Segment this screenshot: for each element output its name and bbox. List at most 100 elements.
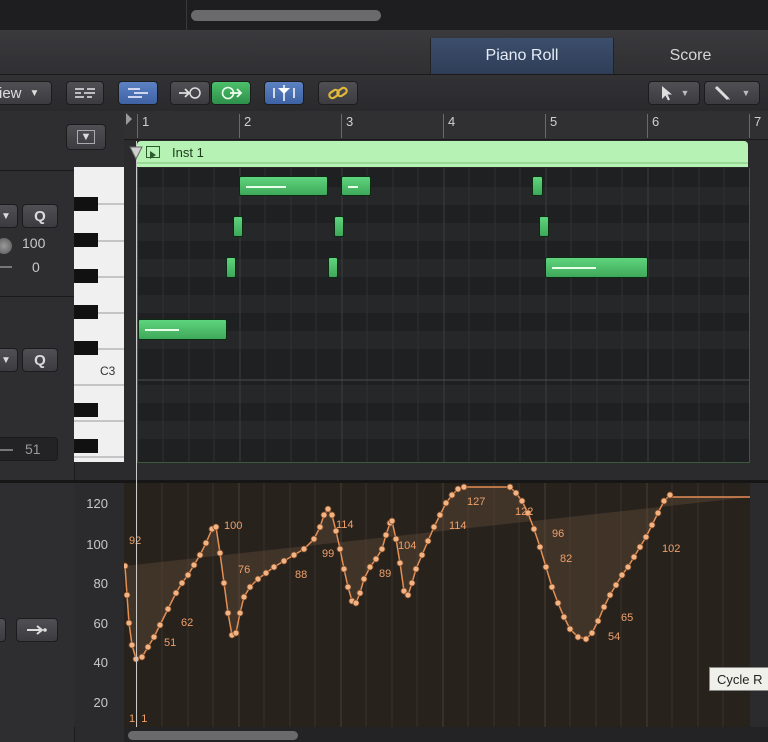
bar-number: 5 <box>550 114 558 129</box>
automation-value-label: 127 <box>467 496 486 508</box>
value-slider <box>0 449 13 451</box>
midi-note[interactable] <box>239 176 328 196</box>
cycle-tooltip: Cycle R <box>709 667 768 691</box>
automation-value-label: 65 <box>621 612 634 624</box>
y-axis-label: 40 <box>93 655 108 670</box>
region-name: Inst 1 <box>172 145 204 160</box>
pencil-tool-menu[interactable]: ▼ <box>704 81 760 105</box>
automation-value-label: 102 <box>662 543 681 555</box>
divider <box>186 0 187 30</box>
quantize-menu[interactable]: ▼ <box>0 204 18 228</box>
playhead-handle-icon[interactable] <box>129 146 143 161</box>
midi-in-icon <box>177 85 203 101</box>
automation-lane[interactable] <box>124 483 750 727</box>
automation-value-label: 104 <box>398 540 417 552</box>
automation-next-button[interactable] <box>16 618 58 642</box>
midi-in-button[interactable] <box>170 81 210 105</box>
value-readout: 51 <box>25 441 41 457</box>
automation-scale <box>74 483 124 727</box>
bottom-scrollbar-thumb[interactable] <box>128 731 298 740</box>
ruler-start-marker <box>124 111 134 139</box>
automation-value-label: 114 <box>336 519 354 531</box>
automation-value-label: 100 <box>224 520 243 532</box>
midi-draw-button[interactable] <box>118 81 158 105</box>
bar-ruler[interactable] <box>124 111 768 140</box>
automation-value-label: 54 <box>608 631 621 643</box>
midi-note[interactable] <box>545 257 648 278</box>
automation-value-label: 114 <box>449 520 467 532</box>
chevron-down-icon: ▼ <box>1 354 11 366</box>
link-icon <box>327 85 349 101</box>
midi-out-button[interactable] <box>211 81 251 105</box>
midi-draw-icon <box>126 86 150 100</box>
automation-value-label: 62 <box>181 617 194 629</box>
quantize-button-2[interactable]: Q <box>22 348 58 372</box>
midi-note[interactable] <box>328 257 338 278</box>
automation-curve[interactable] <box>124 483 750 727</box>
velocity-value[interactable]: 100 <box>22 235 45 251</box>
bar-number: 1 <box>142 114 150 129</box>
quantize-menu-2[interactable]: ▼ <box>0 348 18 372</box>
value-field[interactable]: 51 <box>0 437 58 461</box>
pointer-tool-menu[interactable]: ▼ <box>648 81 700 105</box>
automation-value-label: 76 <box>238 564 251 576</box>
view-menu[interactable]: iew ▼ <box>0 81 52 105</box>
y-axis-label: 60 <box>93 616 108 631</box>
top-strip <box>0 0 768 31</box>
midi-note[interactable] <box>341 176 371 196</box>
midi-note[interactable] <box>226 257 236 278</box>
offset-value[interactable]: 0 <box>32 259 40 275</box>
automation-value-label: 88 <box>295 569 308 581</box>
bar-number: 7 <box>754 114 762 129</box>
grid-lines <box>138 168 749 462</box>
midi-note[interactable] <box>334 216 344 237</box>
region-play-icon[interactable] <box>146 146 160 159</box>
y-axis-label: 120 <box>86 496 108 511</box>
midi-out-icon <box>218 85 244 101</box>
region-header[interactable] <box>137 141 748 167</box>
pencil-tool-icon <box>714 85 732 101</box>
catch-playhead-button[interactable] <box>264 81 304 105</box>
midi-note[interactable] <box>539 216 549 237</box>
pointer-tool-icon <box>659 85 673 101</box>
playhead[interactable] <box>136 141 137 727</box>
note-grid[interactable] <box>137 168 750 463</box>
bar-number: 6 <box>652 114 660 129</box>
midi-note[interactable] <box>532 176 543 196</box>
divider <box>0 170 74 171</box>
c3-key-label: C3 <box>100 364 116 378</box>
bar-number: 3 <box>346 114 354 129</box>
divider <box>0 296 74 297</box>
tab-score[interactable]: Score <box>613 38 768 74</box>
automation-value-label: 122 <box>515 506 534 518</box>
tab-piano-roll[interactable]: Piano Roll <box>430 38 614 74</box>
automation-position-label: 1 1 <box>129 713 148 725</box>
quantize-list-icon <box>74 86 96 100</box>
link-button[interactable] <box>318 81 358 105</box>
automation-value-label: 51 <box>164 637 177 649</box>
bar-number: 4 <box>448 114 456 129</box>
arrow-right-icon <box>26 623 48 637</box>
horizontal-scrollbar[interactable] <box>191 10 381 21</box>
chevron-down-icon: ▼ <box>680 88 690 98</box>
quantize-list-button[interactable] <box>66 81 104 105</box>
midi-note[interactable] <box>233 216 243 237</box>
bar-number: 2 <box>244 114 252 129</box>
automation-value-label: 89 <box>379 568 392 580</box>
view-menu-label: iew <box>0 84 22 102</box>
quantize-button[interactable]: Q <box>22 204 58 228</box>
automation-value-label: 99 <box>322 548 335 560</box>
triangle-down-icon: ▼ <box>76 130 96 144</box>
midi-note[interactable] <box>138 319 227 340</box>
catch-playhead-icon <box>272 85 296 101</box>
offset-slider[interactable] <box>0 266 12 268</box>
automation-prev-button[interactable] <box>0 618 6 642</box>
piano-keyboard[interactable] <box>74 167 124 462</box>
chevron-down-icon: ▼ <box>741 88 751 98</box>
automation-value-label: 82 <box>560 553 573 565</box>
inspector-disclosure-button[interactable]: ▼ <box>66 124 106 150</box>
y-axis-label: 100 <box>86 537 108 552</box>
chevron-down-icon: ▼ <box>29 87 40 99</box>
y-axis-label: 20 <box>93 695 108 710</box>
y-axis-label: 80 <box>93 576 108 591</box>
